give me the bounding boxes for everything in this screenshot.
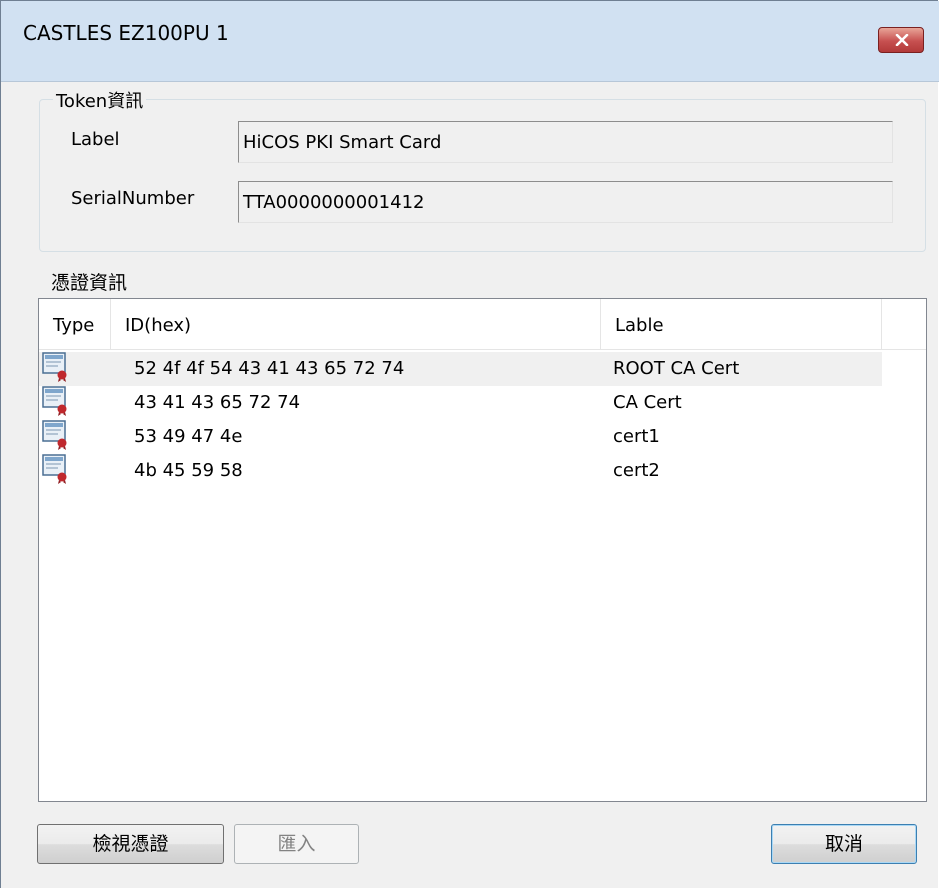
cert-label: CA Cert	[613, 392, 682, 413]
certificate-icon	[42, 386, 67, 416]
cert-id: 43 41 43 65 72 74	[134, 392, 301, 413]
cert-label: ROOT CA Cert	[613, 358, 740, 379]
column-header-id[interactable]: ID(hex)	[111, 299, 601, 349]
cert-id: 4b 45 59 58	[134, 460, 243, 481]
serial-number-field[interactable]: TTA0000000001412	[238, 181, 893, 223]
label-caption: Label	[71, 129, 120, 150]
dialog-window: CASTLES EZ100PU 1 Token資訊 Label HiCOS PK…	[0, 0, 939, 888]
certificate-icon	[42, 352, 67, 382]
window-title: CASTLES EZ100PU 1	[23, 21, 229, 45]
certificate-icon	[42, 420, 67, 450]
label-field[interactable]: HiCOS PKI Smart Card	[238, 121, 893, 163]
list-item[interactable]: 4b 45 59 58 cert2	[39, 454, 926, 488]
list-header: Type ID(hex) Lable	[39, 299, 926, 350]
view-certificate-button[interactable]: 檢視憑證	[37, 824, 224, 864]
close-button[interactable]	[878, 27, 924, 53]
column-header-label[interactable]: Lable	[601, 299, 882, 349]
cert-label: cert2	[613, 460, 660, 481]
column-header-filler	[882, 299, 926, 349]
cancel-button[interactable]: 取消	[771, 824, 917, 864]
title-divider	[1, 81, 939, 82]
token-info-legend: Token資訊	[53, 87, 147, 113]
cert-info-heading: 憑證資訊	[51, 272, 128, 294]
close-x-icon	[895, 34, 909, 46]
list-item[interactable]: 52 4f 4f 54 43 41 43 65 72 74 ROOT CA Ce…	[39, 352, 882, 386]
serial-number-caption: SerialNumber	[71, 188, 195, 209]
list-item[interactable]: 53 49 47 4e cert1	[39, 420, 926, 454]
title-bar[interactable]: CASTLES EZ100PU 1	[1, 1, 939, 81]
certificate-icon	[42, 454, 67, 484]
cert-id: 53 49 47 4e	[134, 426, 243, 447]
list-item[interactable]: 43 41 43 65 72 74 CA Cert	[39, 386, 926, 420]
cert-id: 52 4f 4f 54 43 41 43 65 72 74	[134, 358, 405, 379]
import-button[interactable]: 匯入	[234, 824, 359, 864]
certificate-list[interactable]: Type ID(hex) Lable 52 4f 4f 54 43 41 43 …	[38, 298, 927, 802]
cert-label: cert1	[613, 426, 660, 447]
column-header-type[interactable]: Type	[39, 299, 111, 349]
